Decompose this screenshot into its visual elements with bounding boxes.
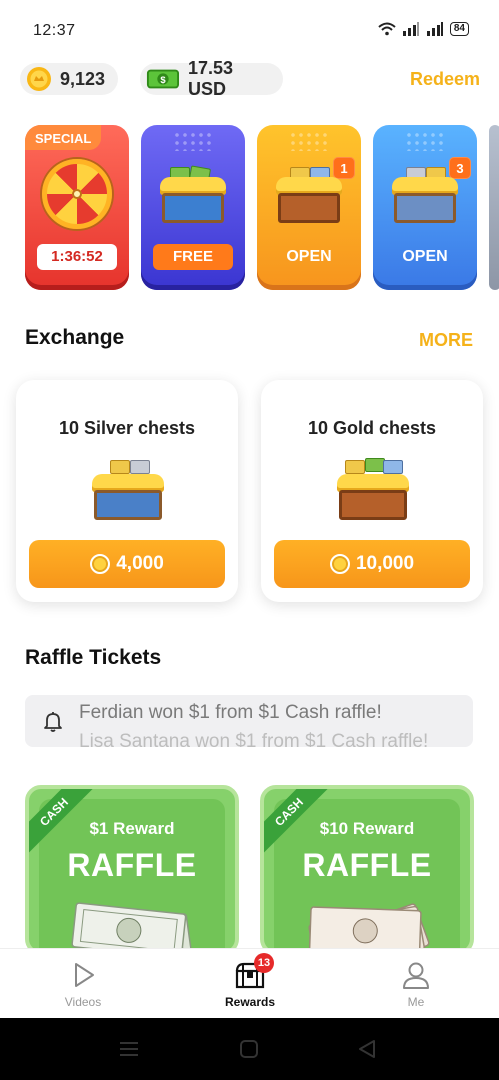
redeem-link[interactable]: Redeem [410, 69, 480, 90]
rewards-badge: 13 [254, 953, 274, 973]
cash-balance-value: 17.53 USD [187, 58, 233, 99]
exchange-item-title: 10 Silver chests [58, 418, 196, 438]
cash-chest-icon [160, 165, 226, 227]
special-tag: SPECIAL [25, 125, 102, 150]
svg-text:$: $ [160, 74, 166, 85]
ticker-next-message: Lisa Santana won $1 from $1 Cash raffle! [79, 731, 429, 747]
treasure-chest-icon: 13 [234, 953, 274, 991]
bottom-nav: Videos 13 Rewards Me [0, 948, 499, 1018]
chest-body [339, 490, 407, 520]
balance-row: 9,123 $ 17.53 USD Redeem [20, 58, 480, 99]
signal-icon [402, 22, 419, 36]
decorative-dots [405, 131, 445, 151]
bell-icon [44, 712, 62, 732]
free-button[interactable]: FREE [153, 244, 233, 270]
exchange-price: 4,000 [116, 553, 164, 574]
next-chest-card-peek[interactable] [489, 125, 499, 290]
status-icons: 84 [378, 22, 469, 36]
raffle-label: RAFFLE [302, 847, 432, 883]
coin-balance-value: 9,123 [60, 68, 106, 89]
wheel-hub [72, 189, 82, 199]
chest-body [394, 193, 456, 223]
coin-icon [90, 554, 111, 574]
gold-chest-icon [276, 167, 342, 227]
exchange-card-silver[interactable]: 10 Silver chests 4,000 [16, 380, 238, 602]
chest-body [278, 193, 340, 223]
coin-icon [329, 554, 350, 574]
system-nav-bar [0, 1018, 499, 1080]
chest-body [162, 193, 224, 223]
cash-bill [110, 460, 130, 474]
cash-bill [345, 460, 365, 474]
play-icon [75, 963, 94, 987]
raffle-card-1-dollar[interactable]: CASH $1 Reward RAFFLE [25, 785, 239, 955]
nav-videos[interactable]: Videos [33, 959, 133, 1009]
raffle-reward: $1 Reward [89, 819, 175, 838]
raffle-title: Raffle Tickets [25, 646, 162, 669]
gold-chest-card[interactable]: 1 OPEN [257, 125, 361, 290]
coin-balance[interactable]: 9,123 [20, 63, 118, 95]
silver-chest-card[interactable]: 3 OPEN [373, 125, 477, 290]
open-gold-chest-button[interactable]: OPEN [257, 244, 361, 270]
cash-balance[interactable]: $ 17.53 USD [140, 58, 283, 99]
cash-bill [130, 460, 150, 474]
exchange-buy-button[interactable]: 4,000 [29, 540, 225, 588]
gold-chest-icon [337, 458, 409, 524]
back-icon[interactable] [358, 1039, 376, 1059]
home-icon[interactable] [240, 1040, 258, 1058]
ticker-message: Ferdian won $1 from $1 Cash raffle! [79, 702, 382, 723]
special-wheel-card[interactable]: SPECIAL 1:36:52 [25, 125, 129, 290]
cash-bill [365, 458, 385, 472]
user-icon [403, 962, 429, 989]
exchange-item-title: 10 Gold chests [307, 418, 437, 438]
nav-label: Rewards [224, 995, 276, 1009]
raffle-label: RAFFLE [67, 847, 197, 883]
nav-me[interactable]: Me [366, 959, 466, 1009]
nav-rewards[interactable]: 13 Rewards [200, 953, 300, 1009]
raffle-reward: $10 Reward [319, 819, 415, 838]
wifi-icon [378, 22, 396, 36]
status-time: 12:37 [33, 22, 76, 39]
chest-count-badge: 3 [449, 157, 471, 179]
raffle-winner-ticker: Ferdian won $1 from $1 Cash raffle! Lisa… [25, 695, 473, 747]
nav-label: Me [407, 995, 425, 1009]
chest-count-badge: 1 [333, 157, 355, 179]
silver-chest-icon [392, 167, 458, 227]
battery-icon: 84 [449, 22, 469, 36]
chest-body [94, 490, 162, 520]
signal-icon [426, 22, 443, 36]
menu-icon[interactable] [119, 1040, 139, 1058]
raffle-card-10-dollar[interactable]: CASH $10 Reward RAFFLE [260, 785, 474, 955]
dollar-bills-icon [71, 902, 193, 951]
cash-bill [383, 460, 403, 474]
coin-icon [27, 67, 51, 91]
cash-icon: $ [146, 69, 180, 89]
more-link[interactable]: MORE [419, 330, 473, 351]
open-silver-chest-button[interactable]: OPEN [373, 244, 477, 270]
silver-chest-icon [92, 460, 164, 524]
free-chest-card[interactable]: FREE [141, 125, 245, 290]
dollar-bills-icon [308, 903, 430, 951]
exchange-card-gold[interactable]: 10 Gold chests 10,000 [261, 380, 483, 602]
status-bar: 12:37 84 [0, 0, 499, 58]
countdown-timer: 1:36:52 [37, 244, 117, 270]
decorative-dots [173, 131, 213, 151]
nav-label: Videos [64, 995, 102, 1009]
exchange-price: 10,000 [355, 553, 415, 574]
decorative-dots [289, 131, 329, 151]
exchange-buy-button[interactable]: 10,000 [274, 540, 470, 588]
exchange-title: Exchange [25, 326, 125, 349]
